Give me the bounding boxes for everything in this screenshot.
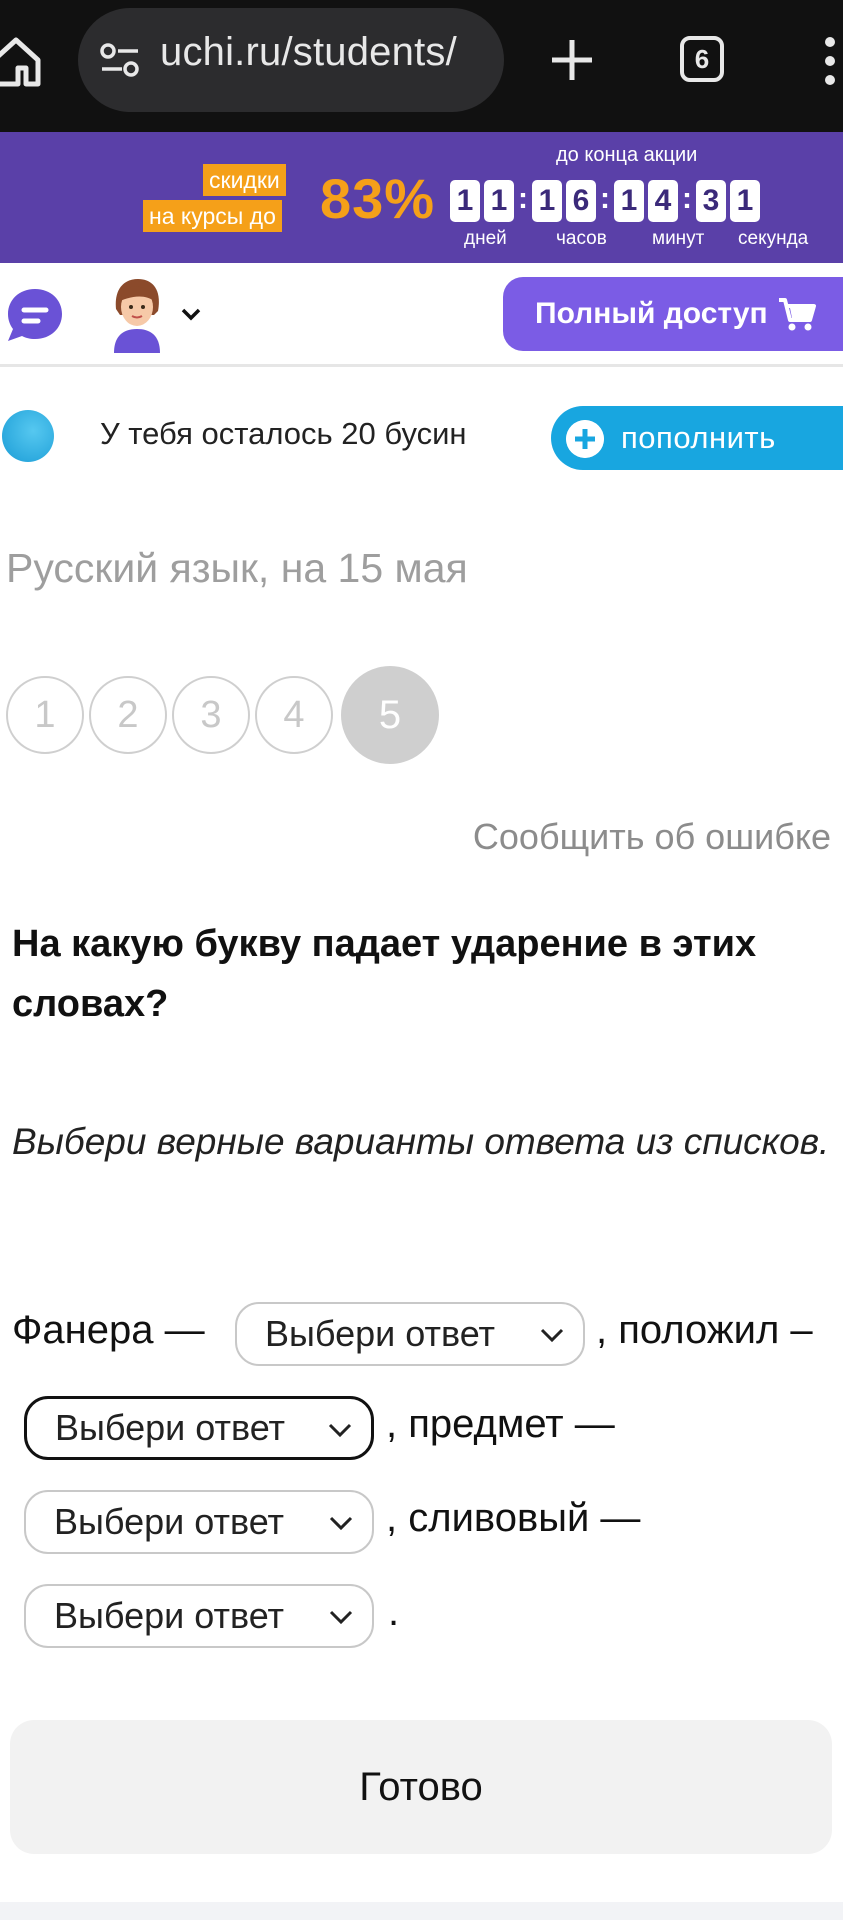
timer-digit: 4: [648, 180, 678, 222]
chevron-down-icon: [329, 1610, 353, 1625]
promo-tag-courses: на курсы до: [143, 200, 282, 232]
timer-label-minutes: минут: [652, 228, 705, 249]
timer-label-hours: часов: [556, 228, 607, 249]
countdown-timer: 1 1 : 1 6 : 1 4 : 3 1: [450, 180, 764, 222]
footer-strip: [0, 1902, 843, 1920]
answer-select-value: Выбери ответ: [265, 1313, 496, 1354]
sentence-end: .: [388, 1590, 400, 1634]
new-tab-icon[interactable]: [548, 36, 596, 84]
timer-digit: 1: [450, 180, 480, 222]
chevron-down-icon: [328, 1423, 352, 1438]
full-access-label: Полный доступ: [535, 297, 768, 330]
bead-icon: [2, 410, 54, 462]
url-text[interactable]: uchi.ru/students/: [160, 30, 457, 75]
chat-icon[interactable]: [4, 285, 66, 345]
promo-banner[interactable]: скидки на курсы до 83% до конца акции 1 …: [0, 132, 843, 263]
question-instruction: Выбери верные варианты ответа из списков…: [12, 1121, 830, 1162]
step-2[interactable]: 2: [89, 676, 167, 754]
timer-label-days: дней: [464, 228, 507, 249]
word-polozhil: , положил –: [596, 1308, 813, 1352]
tab-switcher-button[interactable]: 6: [680, 36, 724, 82]
step-5-current[interactable]: 5: [341, 666, 439, 764]
promo-tag-discount: скидки: [203, 164, 286, 196]
step-4[interactable]: 4: [255, 676, 333, 754]
more-menu-icon[interactable]: [818, 36, 843, 86]
answer-select-4[interactable]: Выбери ответ: [24, 1584, 374, 1648]
answer-select-value: Выбери ответ: [54, 1595, 285, 1636]
timer-digit: 1: [730, 180, 760, 222]
word-slivovyi: , сливовый —: [386, 1496, 641, 1540]
cart-icon: [779, 298, 816, 331]
timer-digit: 3: [696, 180, 726, 222]
answer-select-1[interactable]: Выбери ответ: [235, 1302, 585, 1366]
timer-label-seconds: секунда: [738, 228, 809, 249]
answer-select-3[interactable]: Выбери ответ: [24, 1490, 374, 1554]
report-error-link[interactable]: Сообщить об ошибке: [473, 816, 831, 858]
step-3[interactable]: 3: [172, 676, 250, 754]
browser-toolbar: uchi.ru/students/ 6: [0, 0, 843, 132]
word-fanera: Фанера —: [12, 1308, 205, 1352]
app-header: Полный доступ: [0, 263, 843, 367]
plus-icon: [566, 420, 604, 458]
word-predmet: , предмет —: [386, 1402, 615, 1446]
answer-select-2[interactable]: Выбери ответ: [24, 1396, 374, 1460]
timer-digit: 6: [566, 180, 596, 222]
timer-separator: :: [518, 182, 528, 215]
promo-until-label: до конца акции: [556, 144, 698, 166]
lesson-title: Русский язык, на 15 мая: [6, 545, 468, 591]
question-text: На какую букву падает ударение в этих сл…: [12, 923, 757, 1025]
chevron-down-icon: [329, 1516, 353, 1531]
timer-digit: 1: [614, 180, 644, 222]
answer-select-value: Выбери ответ: [54, 1501, 285, 1542]
timer-separator: :: [682, 182, 692, 215]
refill-label: пополнить: [621, 420, 776, 455]
chevron-down-icon[interactable]: [180, 307, 202, 323]
home-icon[interactable]: [0, 30, 44, 90]
timer-digit: 1: [484, 180, 514, 222]
avatar[interactable]: [104, 275, 170, 353]
chevron-down-icon: [540, 1328, 564, 1343]
step-1[interactable]: 1: [6, 676, 84, 754]
timer-digit: 1: [532, 180, 562, 222]
done-label: Готово: [359, 1764, 483, 1809]
site-settings-icon[interactable]: [100, 42, 140, 78]
promo-percent: 83%: [320, 167, 436, 230]
answer-select-value: Выбери ответ: [55, 1407, 286, 1448]
beads-balance: У тебя осталось 20 бусин: [100, 416, 467, 451]
done-button[interactable]: Готово: [10, 1720, 832, 1854]
timer-separator: :: [600, 182, 610, 215]
